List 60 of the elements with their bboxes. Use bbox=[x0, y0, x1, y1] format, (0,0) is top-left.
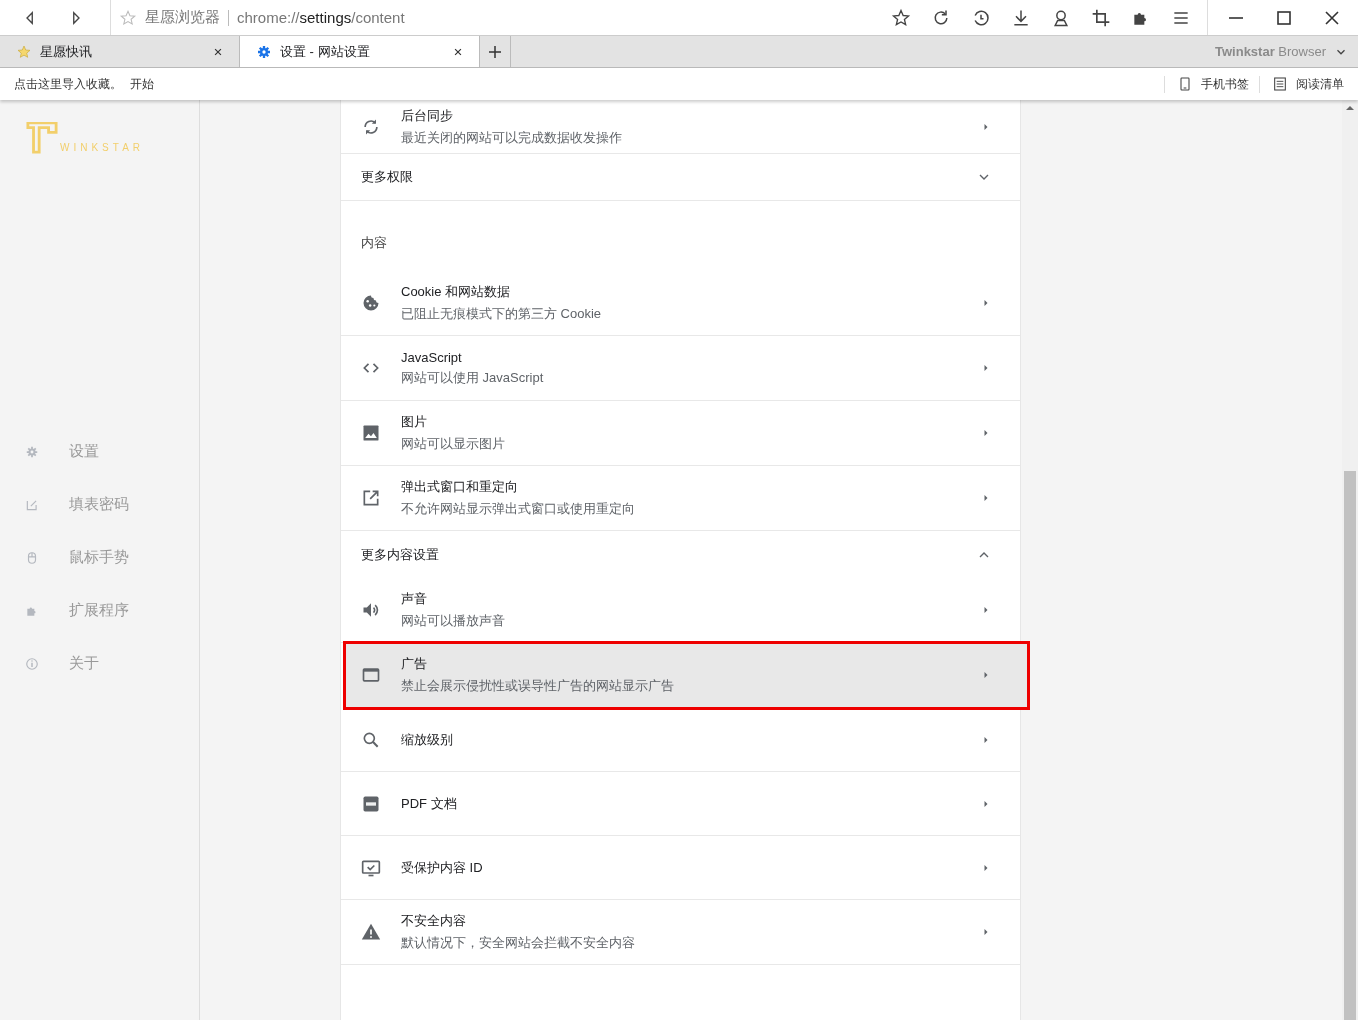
settings-row[interactable]: 缩放级别 bbox=[341, 708, 1020, 772]
row-subtitle: 不允许网站显示弹出式窗口或使用重定向 bbox=[401, 500, 636, 518]
import-prompt[interactable]: 点击这里导入收藏。 bbox=[14, 75, 122, 93]
bookmark-item[interactable]: 手机书签 bbox=[1164, 75, 1249, 93]
open-in-new-icon bbox=[361, 488, 381, 508]
bookmark-item[interactable]: 阅读清单 bbox=[1259, 75, 1344, 93]
window-icon bbox=[361, 665, 381, 685]
logo-text: WINKSTAR bbox=[60, 142, 145, 153]
section-header[interactable]: 更多内容设置 bbox=[341, 531, 1020, 578]
brand-name: Twinkstar Browser bbox=[1215, 44, 1326, 59]
list-icon bbox=[1272, 76, 1288, 92]
scrollbar-thumb[interactable] bbox=[1344, 471, 1356, 1020]
settings-row[interactable]: Cookie 和网站数据 已阻止无痕模式下的第三方 Cookie bbox=[341, 271, 1020, 336]
mouse-icon bbox=[25, 550, 39, 565]
row-title: Cookie 和网站数据 bbox=[401, 283, 512, 301]
row-subtitle: 禁止会展示侵扰性或误导性广告的网站显示广告 bbox=[401, 677, 675, 695]
section-label: 内容 bbox=[361, 234, 387, 252]
address-field[interactable]: chrome://settings/content bbox=[237, 9, 405, 26]
warning-icon bbox=[361, 922, 381, 942]
settings-row[interactable]: 不安全内容 默认情况下，安全网站会拦截不安全内容 bbox=[341, 900, 1020, 965]
crop-icon bbox=[1091, 7, 1111, 28]
gear-icon bbox=[25, 444, 39, 459]
row-title: 后台同步 bbox=[401, 106, 454, 125]
row-title: 声音 bbox=[401, 590, 428, 608]
settings-row[interactable]: 广告 禁止会展示侵扰性或误导性广告的网站显示广告 bbox=[345, 643, 1028, 708]
row-title: 弹出式窗口和重定向 bbox=[401, 478, 519, 496]
settings-row[interactable]: JavaScript 网站可以使用 JavaScript bbox=[341, 336, 1020, 401]
row-subtitle: 已阻止无痕模式下的第三方 Cookie bbox=[401, 305, 603, 323]
row-title: 不安全内容 bbox=[401, 912, 467, 930]
star-face-icon bbox=[119, 8, 137, 27]
section-header[interactable]: 更多权限 bbox=[341, 154, 1020, 201]
start-link[interactable]: 开始 bbox=[130, 75, 154, 93]
settings-row[interactable]: 弹出式窗口和重定向 不允许网站显示弹出式窗口或使用重定向 bbox=[341, 466, 1020, 531]
phone-icon bbox=[1177, 76, 1193, 92]
star-button[interactable] bbox=[891, 7, 911, 28]
settings-row[interactable]: PDF 文档 bbox=[341, 772, 1020, 836]
settings-row[interactable]: 受保护内容 ID bbox=[341, 836, 1020, 900]
gear-icon bbox=[256, 43, 272, 60]
crop-button[interactable] bbox=[1091, 7, 1111, 28]
row-title: 广告 bbox=[401, 655, 428, 673]
cookie-icon bbox=[361, 293, 381, 313]
settings-row[interactable]: 后台同步 最近关闭的网站可以完成数据收发操作 bbox=[341, 100, 1020, 154]
row-subtitle: 网站可以使用 JavaScript bbox=[401, 368, 545, 387]
row-title: 受保护内容 ID bbox=[401, 858, 484, 877]
info-icon bbox=[25, 656, 39, 671]
browser-tab[interactable]: 设置 - 网站设置 bbox=[240, 36, 480, 67]
row-subtitle: 网站可以播放声音 bbox=[401, 612, 506, 630]
row-title: JavaScript bbox=[401, 349, 463, 365]
star-icon bbox=[891, 7, 911, 28]
logo-icon bbox=[26, 122, 58, 154]
row-title: 图片 bbox=[401, 413, 428, 431]
settings-row[interactable]: 图片 网站可以显示图片 bbox=[341, 401, 1020, 466]
star-face-icon bbox=[16, 43, 32, 60]
row-title: PDF 文档 bbox=[401, 794, 458, 813]
site-name: 星愿浏览器 bbox=[145, 8, 220, 27]
row-subtitle: 最近关闭的网站可以完成数据收发操作 bbox=[401, 128, 623, 147]
row-title: 缩放级别 bbox=[401, 730, 454, 749]
row-subtitle: 默认情况下，安全网站会拦截不安全内容 bbox=[401, 934, 636, 952]
image-icon bbox=[361, 423, 381, 443]
row-subtitle: 网站可以显示图片 bbox=[401, 435, 506, 453]
